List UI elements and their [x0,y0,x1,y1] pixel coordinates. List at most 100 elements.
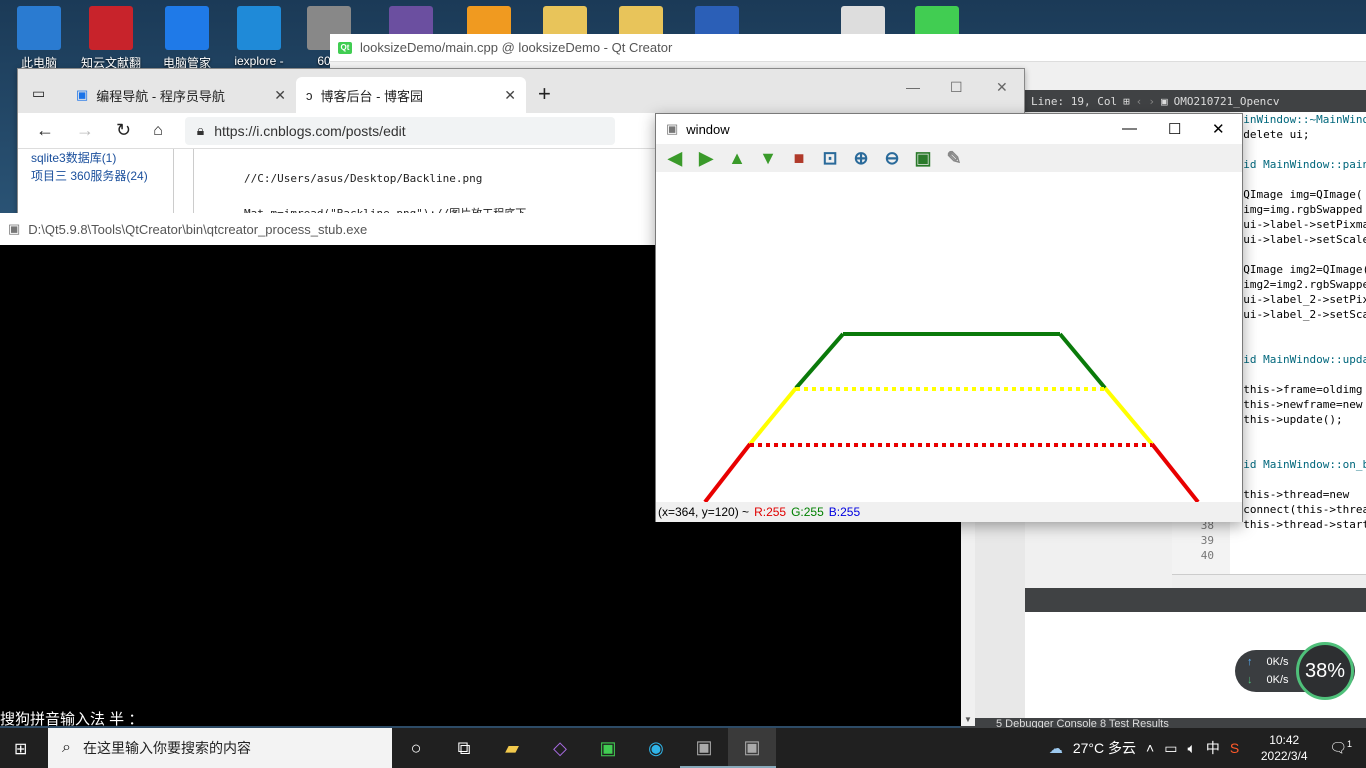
zoom-in-icon[interactable]: ⊕ [850,147,872,169]
close-icon[interactable]: ✕ [1212,120,1225,138]
brush-icon[interactable]: ✎ [943,147,965,169]
network-icon[interactable]: ▭ [1164,740,1177,757]
code-line: this->thread->start [1230,518,1366,531]
edge-icon[interactable]: ◉ [632,728,680,768]
file-explorer-icon[interactable]: ▰ [488,728,536,768]
red-left-segment [703,442,752,502]
notification-icon[interactable]: 🗨︎1 [1329,739,1352,757]
code-line: ui->label_2->setScaled [1243,308,1366,321]
browser-tab-strip: ▭ ▣ 编程导航 - 程序员导航 ✕ ↄ 博客后台 - 博客园 ✕ + — ☐ … [18,69,1024,113]
tab-favicon-icon: ▣ [76,87,89,102]
arrow-right-icon[interactable]: ▶ [695,147,717,169]
code-line: //C:/Users/asus/Desktop/Backline.png [244,172,483,185]
back-icon[interactable]: ← [36,120,54,141]
url-text: https://i.cnblogs.com/posts/edit [214,122,406,139]
ime-language[interactable]: 中 [1206,738,1220,758]
task-view-icon[interactable]: ⧉ [440,728,488,768]
opencv-window-icon[interactable]: ▣ [728,728,776,768]
yellow-right-segment [1103,386,1154,446]
home-icon[interactable]: ⌂ [153,122,163,140]
sidebar-link[interactable]: sqlite3数据库(1) [31,149,116,166]
output-pane-header [1025,588,1366,612]
desktop-icon[interactable]: iexplore - [228,6,290,68]
nav-forward-icon[interactable]: › [1148,95,1155,108]
console-app-icon[interactable]: ▣ [680,728,728,768]
editor-hscrollbar[interactable] [1172,574,1366,588]
code-line: this->update(); [1230,413,1343,426]
line-col-indicator[interactable]: Line: 19, Col [1031,95,1117,108]
arrow-down-icon[interactable]: ▼ [757,147,779,169]
refresh-icon[interactable]: ↻ [116,120,131,141]
desktop-icon[interactable]: 此电脑 [8,6,70,71]
output-tabs[interactable]: 5 Debugger Console 8 Test Results [960,718,1366,728]
cv-title: window [686,121,730,137]
desktop-icon[interactable]: 电脑管家 [156,6,218,71]
new-tab-icon[interactable]: + [538,81,551,107]
visual-studio-icon[interactable]: ◇ [536,728,584,768]
zoom-out-icon[interactable]: ⊖ [881,147,903,169]
save-icon[interactable]: ▣ [912,147,934,169]
url-field[interactable]: 🔒︎ https://i.cnblogs.com/posts/edit [184,116,615,145]
clock[interactable]: 10:42 2022/3/4 [1249,732,1319,764]
code-line: this->thread=new [1230,488,1350,501]
code-line: void MainWindow::on_btn [1230,458,1366,471]
minimize-icon[interactable]: — [1122,120,1137,137]
cv-toolbar: ◀ ▶ ▲ ▼ ■ ⊡ ⊕ ⊖ ▣ ✎ [656,144,1242,172]
volume-icon[interactable]: 🔈︎ [1187,740,1195,757]
opencv-window: ▣ window — ☐ ✕ ◀ ▶ ▲ ▼ ■ ⊡ ⊕ ⊖ ▣ ✎ (x=364, y=120)… [655,113,1243,522]
desktop-icon-image [165,6,209,50]
desktop-icon-image [89,6,133,50]
upload-speed: 0K/s [1266,656,1289,668]
code-line: void MainWindow::paintEvent [1230,158,1366,171]
desktop-icon[interactable]: 知云文献翻 [80,6,142,71]
red-value: R:255 [754,505,787,519]
taskbar-search[interactable]: ⌕ 在这里输入你要搜索的内容 [48,728,392,768]
qt-creator-icon[interactable]: ▣ [584,728,632,768]
browser-tab-active[interactable]: ↄ 博客后台 - 博客园 ✕ [296,77,526,113]
code-line: delete ui; [1230,128,1310,141]
cv-titlebar[interactable]: ▣ window — ☐ ✕ [656,114,1242,144]
image-icon[interactable]: ■ [788,147,810,169]
clock-date: 2022/3/4 [1260,749,1308,763]
close-tab-icon[interactable]: ✕ [504,87,516,104]
cortana-icon[interactable]: ○ [392,728,440,768]
tab-actions-icon[interactable]: ▭ [32,85,45,102]
green-right-segment [1058,332,1107,390]
tray-expand-icon[interactable]: ˄ [1146,740,1154,756]
forward-icon[interactable]: → [76,120,94,141]
sidebar-link[interactable]: 项目三 360服务器(24) [31,167,148,184]
scroll-down-icon[interactable]: ▼ [964,715,972,724]
image-canvas[interactable] [656,172,1242,502]
close-icon[interactable]: ✕ [996,79,1008,96]
arrow-up-icon[interactable]: ▲ [726,147,748,169]
code-line: { [1230,472,1366,487]
maximize-icon[interactable]: ☐ [1168,120,1181,138]
arrow-left-icon[interactable]: ◀ [664,147,686,169]
notification-count: 1 [1346,739,1352,750]
desktop-icon-image [237,6,281,50]
start-icon[interactable]: ⊞ [14,739,27,759]
nav-back-icon[interactable]: ‹ [1136,95,1143,108]
sogou-icon[interactable]: S [1230,740,1239,756]
editor-toolbar: Line: 19, Col ⊞ ‹ › ▣ OMO210721_Opencv [1025,90,1366,112]
memory-gauge[interactable]: 38% [1296,642,1354,700]
browser-tab[interactable]: ▣ 编程导航 - 程序员导航 ✕ [66,77,296,113]
minimize-icon[interactable]: — [906,79,920,95]
output-tabs-label[interactable]: 5 Debugger Console 8 Test Results [996,718,1169,728]
qtcreator-titlebar[interactable]: Qt looksizeDemo/main.cpp @ looksizeDemo … [330,34,1366,62]
maximize-icon[interactable]: ☐ [950,79,963,96]
code-editor[interactable]: MainWindow::~MainWindow() delete ui;void… [1230,112,1366,574]
window-app-icon: ▣ [666,121,679,136]
weather-icon: ☁ [1048,739,1063,756]
open-file-name[interactable]: OMO210721_Opencv [1174,95,1280,108]
split-icon[interactable]: ⊞ [1123,95,1130,108]
close-tab-icon[interactable]: ✕ [274,87,286,104]
zoom-region-icon[interactable]: ⊡ [819,147,841,169]
weather-text[interactable]: 27°C 多云 [1073,738,1136,758]
